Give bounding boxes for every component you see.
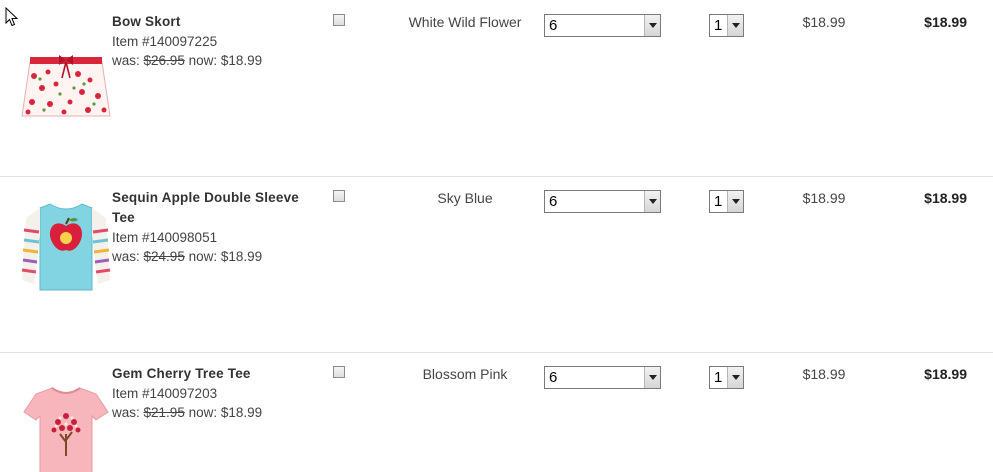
unit-price: $18.99	[802, 14, 846, 30]
chevron-down-icon[interactable]	[727, 367, 743, 388]
was-price: $26.95	[143, 53, 185, 68]
now-label: now:	[188, 249, 218, 264]
cart-row: Bow Skort Item #140097225 was: $26.95 no…	[0, 0, 993, 177]
quantity-value: 1	[714, 193, 723, 210]
was-label: was:	[112, 249, 140, 264]
price-history: was: $26.95 now: $18.99	[112, 51, 312, 70]
chevron-down-icon[interactable]	[644, 15, 660, 36]
quantity-select[interactable]: 1	[709, 190, 744, 213]
item-checkbox[interactable]	[333, 366, 345, 378]
chevron-down-icon[interactable]	[727, 15, 743, 36]
item-name[interactable]: Sequin Apple Double Sleeve Tee	[112, 188, 312, 228]
item-checkbox[interactable]	[333, 190, 345, 202]
quantity-select[interactable]: 1	[709, 14, 744, 37]
chevron-down-icon[interactable]	[644, 191, 660, 212]
was-label: was:	[112, 405, 140, 420]
was-price: $21.95	[143, 405, 185, 420]
item-name[interactable]: Bow Skort	[112, 12, 312, 32]
size-value: 6	[549, 369, 558, 386]
now-label: now:	[188, 53, 218, 68]
now-label: now:	[188, 405, 218, 420]
was-label: was:	[112, 53, 140, 68]
unit-price: $18.99	[802, 366, 846, 382]
now-price: $18.99	[220, 405, 263, 420]
item-number: Item #140097203	[112, 386, 218, 401]
cart-row: Gem Cherry Tree Tee Item #140097203 was:…	[0, 352, 993, 472]
chevron-down-icon[interactable]	[727, 191, 743, 212]
item-number: Item #140098051	[112, 230, 218, 245]
quantity-value: 1	[714, 17, 723, 34]
size-select[interactable]: 6	[544, 190, 661, 213]
quantity-value: 1	[714, 369, 723, 386]
line-total: $18.99	[924, 366, 967, 382]
item-name[interactable]: Gem Cherry Tree Tee	[112, 364, 312, 384]
item-details: Bow Skort Item #140097225 was: $26.95 no…	[112, 12, 312, 70]
price-history: was: $21.95 now: $18.99	[112, 403, 312, 422]
chevron-down-icon[interactable]	[644, 367, 660, 388]
item-details: Gem Cherry Tree Tee Item #140097203 was:…	[112, 364, 312, 422]
unit-price: $18.99	[802, 190, 846, 206]
cart-row: Sequin Apple Double Sleeve Tee Item #140…	[0, 176, 993, 353]
quantity-select[interactable]: 1	[709, 366, 744, 389]
line-total: $18.99	[924, 190, 967, 206]
size-select[interactable]: 6	[544, 14, 661, 37]
size-select[interactable]: 6	[544, 366, 661, 389]
now-price: $18.99	[220, 249, 263, 264]
blue-apple-tee-icon[interactable]	[20, 200, 112, 296]
item-color: Sky Blue	[437, 190, 493, 206]
size-value: 6	[549, 17, 558, 34]
price-history: was: $24.95 now: $18.99	[112, 247, 312, 266]
size-value: 6	[549, 193, 558, 210]
floral-skort-icon[interactable]	[20, 24, 112, 120]
item-number: Item #140097225	[112, 34, 218, 49]
now-price: $18.99	[220, 53, 263, 68]
item-color: Blossom Pink	[422, 366, 508, 382]
item-checkbox[interactable]	[333, 14, 345, 26]
item-details: Sequin Apple Double Sleeve Tee Item #140…	[112, 188, 312, 266]
pink-cherry-tree-tee-icon[interactable]	[20, 376, 112, 472]
item-color: White Wild Flower	[408, 14, 522, 30]
was-price: $24.95	[143, 249, 185, 264]
line-total: $18.99	[924, 14, 967, 30]
